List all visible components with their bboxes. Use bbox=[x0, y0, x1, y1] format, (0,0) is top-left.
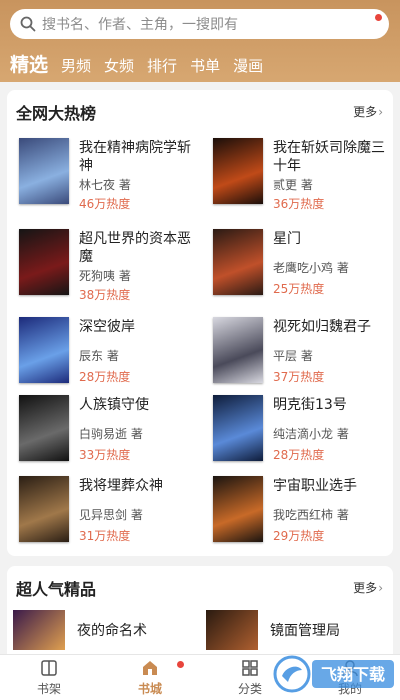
popular-section: 超人气精品 更多› 夜的命名术 镜面管理局 bbox=[7, 566, 393, 656]
book-item[interactable]: 星门老鹰吃小鸡 著 25万热度 bbox=[213, 229, 393, 297]
book-title: 我在斩妖司除魔三十年 bbox=[273, 140, 385, 174]
book-author: 死狗咦 著 bbox=[79, 269, 131, 283]
book-cover bbox=[19, 476, 69, 542]
nav-bookstore[interactable]: 书城 bbox=[120, 659, 184, 697]
book-author: 辰东 著 bbox=[79, 349, 119, 363]
book-cover bbox=[213, 317, 263, 383]
nav-category[interactable]: 分类 bbox=[220, 659, 280, 697]
watermark-graphic: 飞翔下载 bbox=[273, 655, 394, 693]
nav-label: 书城 bbox=[137, 682, 162, 696]
book-author: 见异思剑 著 bbox=[79, 508, 143, 522]
book-author: 平层 著 bbox=[273, 349, 313, 363]
book-title: 超凡世界的资本恶魔 bbox=[79, 231, 191, 265]
book-heat: 28万热度 bbox=[79, 370, 131, 384]
book-item[interactable]: 我在斩妖司除魔三十年贰更 著 36万热度 bbox=[213, 138, 393, 211]
book-heat: 46万热度 bbox=[79, 197, 131, 211]
book-author: 我吃西红柿 著 bbox=[273, 508, 349, 522]
book-item[interactable]: 深空彼岸辰东 著 28万热度 bbox=[19, 317, 199, 385]
tab-comics[interactable]: 漫画 bbox=[233, 54, 263, 78]
book-item[interactable]: 超凡世界的资本恶魔死狗咦 著 38万热度 bbox=[19, 229, 199, 302]
book-heat: 28万热度 bbox=[273, 448, 325, 462]
book-cover bbox=[13, 610, 65, 650]
book-title: 我在精神病院学斩神 bbox=[79, 140, 191, 174]
book-title: 我将埋葬众神 bbox=[79, 478, 163, 494]
book-author: 白驹易逝 著 bbox=[79, 427, 143, 441]
tab-female[interactable]: 女频 bbox=[104, 54, 134, 78]
section-title: 全网大热榜 bbox=[16, 104, 97, 123]
search-icon bbox=[20, 16, 36, 32]
grid-icon bbox=[242, 660, 258, 676]
book-item[interactable]: 宇宙职业选手 我吃西红柿 著 29万热度 bbox=[213, 476, 393, 544]
book-item[interactable]: 我将埋葬众神 见异思剑 著 31万热度 bbox=[19, 476, 199, 544]
book-cover bbox=[213, 476, 263, 542]
book-item[interactable]: 我在精神病院学斩神林七夜 著 46万热度 bbox=[19, 138, 199, 211]
book-title: 镜面管理局 bbox=[270, 623, 340, 639]
tab-booklist[interactable]: 书单 bbox=[190, 54, 220, 78]
book-cover bbox=[19, 138, 69, 204]
book-title: 明克街13号 bbox=[273, 397, 347, 413]
book-title: 人族镇守使 bbox=[79, 397, 149, 413]
book-heat: 25万热度 bbox=[273, 282, 325, 296]
book-heat: 36万热度 bbox=[273, 197, 325, 211]
book-title: 视死如归魏君子 bbox=[273, 319, 371, 335]
hot-list-section: 全网大热榜 更多› 我在精神病院学斩神林七夜 著 46万热度 我在斩妖司除魔三十年贰… bbox=[7, 90, 393, 556]
book-cover bbox=[19, 229, 69, 295]
book-heat: 31万热度 bbox=[79, 529, 131, 543]
book-item[interactable]: 明克街13号 纯洁滴小龙 著 28万热度 bbox=[213, 395, 393, 463]
tab-featured[interactable]: 精选 bbox=[10, 52, 48, 78]
store-icon bbox=[143, 661, 157, 675]
book-icon bbox=[41, 660, 57, 676]
more-link[interactable]: 更多› bbox=[353, 103, 383, 120]
more-label: 更多 bbox=[353, 581, 378, 595]
nav-label: 分类 bbox=[237, 682, 262, 696]
book-item[interactable]: 人族镇守使白驹易逝 著 33万热度 bbox=[19, 395, 199, 463]
book-cover bbox=[213, 229, 263, 295]
section-title: 超人气精品 bbox=[16, 580, 97, 599]
book-heat: 38万热度 bbox=[79, 288, 131, 302]
notification-dot bbox=[375, 14, 382, 21]
book-heat: 33万热度 bbox=[79, 448, 131, 462]
watermark-logo: 飞翔下载 bbox=[272, 652, 396, 696]
tab-ranking[interactable]: 排行 bbox=[147, 54, 177, 78]
notification-dot bbox=[177, 661, 184, 668]
book-title: 宇宙职业选手 bbox=[273, 478, 357, 494]
book-heat: 29万热度 bbox=[273, 529, 325, 543]
book-cover bbox=[19, 317, 69, 383]
nav-bookshelf[interactable]: 书架 bbox=[19, 659, 79, 697]
book-author: 林七夜 著 bbox=[79, 178, 131, 192]
chevron-right-icon: › bbox=[378, 581, 383, 595]
watermark-text: 飞翔下载 bbox=[321, 665, 385, 684]
book-cover bbox=[19, 395, 69, 461]
more-link[interactable]: 更多› bbox=[353, 579, 383, 596]
search-bar[interactable] bbox=[10, 9, 389, 39]
chevron-right-icon: › bbox=[378, 105, 383, 119]
tab-male[interactable]: 男频 bbox=[61, 54, 91, 78]
category-tabs: 精选 男频 女频 排行 书单 漫画 bbox=[10, 50, 276, 78]
book-cover bbox=[206, 610, 258, 650]
nav-label: 书架 bbox=[36, 682, 61, 696]
book-cover bbox=[213, 138, 263, 204]
book-title: 星门 bbox=[273, 231, 301, 247]
book-title: 深空彼岸 bbox=[79, 319, 135, 335]
book-author: 纯洁滴小龙 著 bbox=[273, 427, 349, 441]
top-bar: 精选 男频 女频 排行 书单 漫画 bbox=[0, 0, 400, 82]
book-author: 贰更 著 bbox=[273, 178, 313, 192]
book-title: 夜的命名术 bbox=[77, 623, 147, 639]
more-label: 更多 bbox=[353, 105, 378, 119]
search-input[interactable] bbox=[40, 13, 364, 37]
book-heat: 37万热度 bbox=[273, 370, 325, 384]
book-cover bbox=[213, 395, 263, 461]
book-item[interactable]: 视死如归魏君子 平层 著 37万热度 bbox=[213, 317, 393, 385]
book-author: 老鹰吃小鸡 著 bbox=[273, 261, 349, 275]
